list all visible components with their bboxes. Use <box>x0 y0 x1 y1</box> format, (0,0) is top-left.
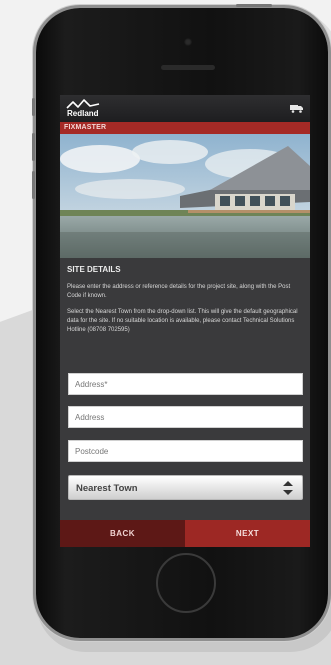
nearest-town-select[interactable]: Nearest Town <box>68 475 303 500</box>
volume-down-button <box>32 171 35 199</box>
front-camera <box>184 38 192 46</box>
power-button <box>236 4 272 7</box>
bottom-nav: BACK NEXT <box>60 520 310 547</box>
site-details-section: SITE DETAILS Please enter the address or… <box>67 265 305 342</box>
truck-icon[interactable] <box>290 104 303 113</box>
nearest-town-selected-value: Nearest Town <box>76 483 138 494</box>
site-details-instructions: Select the Nearest Town from the drop-do… <box>67 309 298 333</box>
app-screen: Redland FIXMASTER SITE DETAILS Please en… <box>60 95 310 547</box>
site-details-heading: SITE DETAILS <box>67 265 121 274</box>
address-line1-input[interactable] <box>68 373 303 395</box>
address-line2-input[interactable] <box>68 406 303 428</box>
hero-image <box>60 134 310 258</box>
mute-switch <box>32 98 35 116</box>
postcode-input[interactable] <box>68 440 303 462</box>
back-button[interactable]: BACK <box>60 520 185 547</box>
site-details-intro: Please enter the address or reference de… <box>67 284 291 299</box>
section-title: FIXMASTER <box>60 122 310 134</box>
home-button[interactable] <box>156 553 216 613</box>
app-header: Redland <box>60 95 310 122</box>
next-button[interactable]: NEXT <box>185 520 310 547</box>
brand-name: Redland <box>67 109 99 118</box>
volume-up-button <box>32 133 35 161</box>
earpiece-speaker <box>161 65 215 70</box>
select-arrows-icon <box>283 481 293 495</box>
